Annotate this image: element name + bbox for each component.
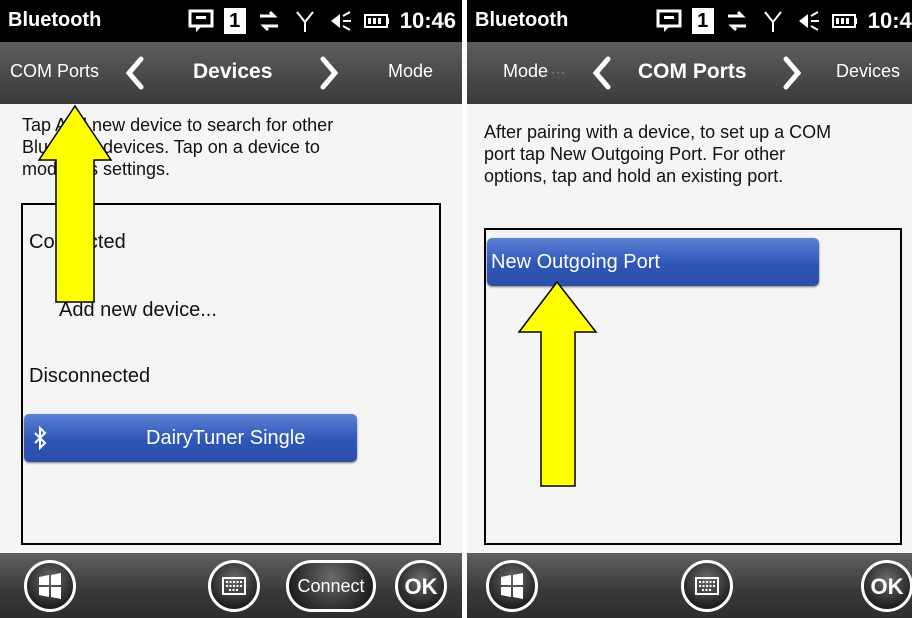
connect-button[interactable]: Connect	[286, 560, 376, 612]
chevron-right-icon[interactable]	[318, 56, 340, 90]
status-bar: Bluetooth 1 10:46	[0, 0, 462, 42]
com-port-list[interactable]: New Outgoing Port	[484, 228, 902, 545]
sim-icon: 1	[223, 8, 246, 34]
instruction-line: port tap New Outgoing Port. For other	[484, 144, 786, 164]
chevron-right-icon[interactable]	[781, 56, 803, 90]
ok-button[interactable]: OK	[395, 560, 447, 612]
nav-next-label[interactable]: Devices	[836, 61, 900, 82]
nav-prev-label[interactable]: Mode	[503, 61, 548, 82]
start-button[interactable]	[486, 560, 538, 612]
keyboard-icon	[222, 577, 246, 595]
status-icons: 1 10:47	[656, 6, 912, 36]
devices-screen: Bluetooth 1 10:46 COM Ports Devices Mode…	[0, 0, 462, 618]
instruction-line: After pairing with a device, to set up a…	[484, 122, 832, 142]
keyboard-icon	[695, 577, 719, 595]
instructions: Tap Add new device to search for other B…	[22, 114, 442, 180]
signal-icon	[763, 11, 782, 32]
new-outgoing-port-item[interactable]: New Outgoing Port	[487, 238, 819, 286]
instruction-line: options, tap and hold an existing port.	[484, 166, 784, 186]
device-list[interactable]: Connected Add new device... Disconnected…	[21, 203, 441, 545]
status-title: Bluetooth	[475, 9, 569, 31]
nav-next-label[interactable]: Mode	[388, 61, 433, 82]
add-new-device-item[interactable]: Add new device...	[59, 299, 217, 322]
keyboard-button[interactable]	[208, 560, 260, 612]
instructions: After pairing with a device, to set up a…	[484, 121, 904, 187]
status-bar: Bluetooth 1 10:47	[467, 0, 912, 42]
sim-icon: 1	[691, 8, 714, 34]
bottom-bar: Connect OK	[0, 553, 462, 618]
instruction-line: Bluetooth devices. Tap on a device to	[22, 137, 320, 157]
nav-bar: Mode ··· COM Ports Devices	[467, 42, 912, 104]
status-icons: 1 10:46	[188, 6, 456, 36]
status-clock[interactable]: 10:46	[400, 8, 456, 34]
com-ports-screen: Bluetooth 1 10:47 Mode ··· COM Ports Dev…	[467, 0, 912, 618]
chevron-left-icon[interactable]	[124, 56, 146, 90]
data-transfer-icon	[727, 10, 746, 32]
nav-fade-dots: ···	[551, 65, 566, 79]
nav-bar: COM Ports Devices Mode	[0, 42, 462, 104]
sms-icon[interactable]	[656, 8, 682, 34]
battery-icon[interactable]	[831, 8, 858, 34]
bottom-bar: OK	[467, 553, 912, 618]
section-connected-header: Connected	[29, 231, 126, 253]
device-name: DairyTuner Single	[146, 427, 306, 449]
nav-prev-label[interactable]: COM Ports	[10, 61, 99, 82]
sms-icon[interactable]	[188, 8, 214, 34]
ok-button[interactable]: OK	[861, 560, 912, 612]
instruction-line: modify its settings.	[22, 159, 171, 179]
volume-icon[interactable]	[796, 8, 822, 34]
battery-icon[interactable]	[363, 8, 390, 34]
data-transfer-icon	[259, 10, 278, 32]
instruction-line: Tap Add new device to search for other	[22, 115, 334, 135]
ok-label: OK	[404, 574, 438, 599]
start-icon	[39, 573, 61, 599]
start-icon	[501, 573, 523, 599]
section-disconnected-header: Disconnected	[29, 365, 151, 387]
nav-current-title: COM Ports	[638, 60, 747, 83]
port-item-label: New Outgoing Port	[491, 251, 660, 273]
ok-label: OK	[870, 574, 904, 599]
bluetooth-icon	[34, 426, 47, 450]
nav-current-title: Devices	[193, 60, 273, 83]
signal-icon	[295, 11, 314, 32]
volume-icon[interactable]	[328, 8, 354, 34]
chevron-left-icon[interactable]	[591, 56, 613, 90]
status-title: Bluetooth	[8, 9, 102, 31]
status-clock[interactable]: 10:47	[868, 8, 912, 34]
keyboard-button[interactable]	[681, 560, 733, 612]
device-item-dairytuner[interactable]: DairyTuner Single	[24, 414, 357, 462]
start-button[interactable]	[24, 560, 76, 612]
